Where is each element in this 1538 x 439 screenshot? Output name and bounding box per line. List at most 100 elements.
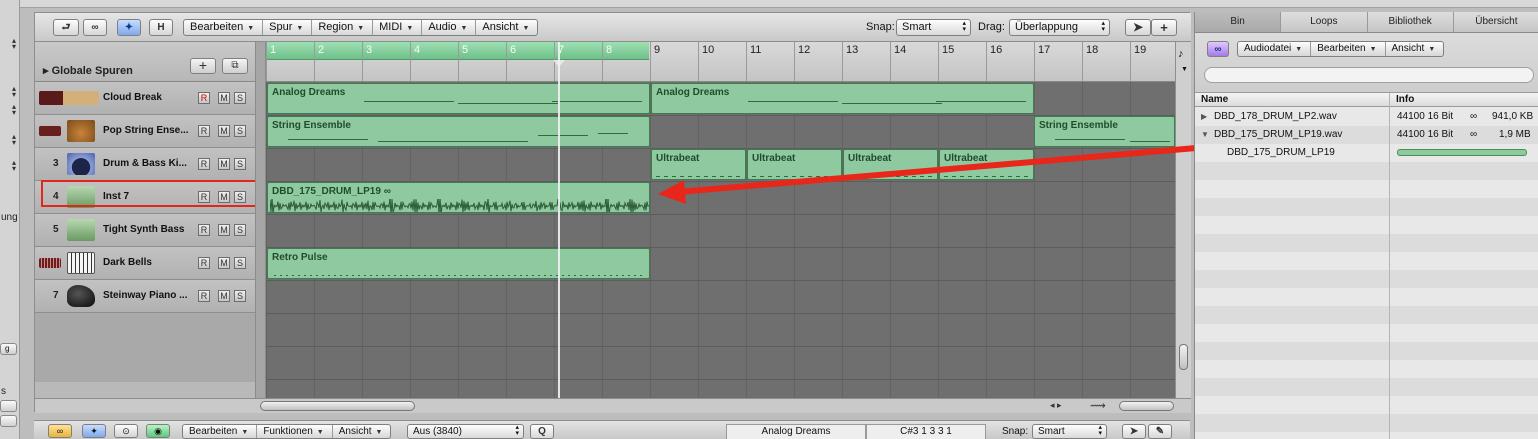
vertical-zoom-scrollbar[interactable]: ♪ ▼ — [1175, 42, 1191, 400]
menu-ansicht[interactable]: Ansicht ▼ — [333, 425, 391, 438]
file-row[interactable]: ▼ DBD_175_DRUM_LP19.wav 44100 16 Bit ∞ 1… — [1195, 126, 1538, 144]
record-enable-button[interactable]: R — [198, 92, 210, 104]
column-name[interactable]: Name — [1201, 94, 1228, 105]
midi-region[interactable]: String Ensemble — [1034, 116, 1175, 147]
tab-bibliothek[interactable]: Bibliothek — [1368, 12, 1454, 32]
solo-button[interactable]: S — [234, 290, 246, 302]
bin-search-field[interactable] — [1204, 67, 1534, 83]
scroll-arrows-icon[interactable]: ◂ ▸ — [1050, 400, 1062, 411]
updown-arrows-icon[interactable]: ▴ ▾ — [12, 133, 16, 147]
link-button[interactable]: ∞ — [48, 424, 72, 438]
pencil-tool-button[interactable]: ✎ — [1148, 424, 1172, 439]
horizontal-scrollbar[interactable]: ◂ ▸ ⟿ — [35, 398, 1191, 413]
bar-number: 13 — [846, 44, 859, 56]
file-row[interactable]: ▶ DBD_178_DRUM_LP2.wav 44100 16 Bit ∞ 94… — [1195, 108, 1538, 126]
left-strip-button[interactable]: g — [0, 343, 17, 355]
duplicate-track-button[interactable]: ⧉ — [222, 58, 248, 74]
record-enable-button[interactable]: R — [198, 257, 210, 269]
drum-region[interactable]: Ultrabeat — [939, 149, 1034, 180]
menu-audio[interactable]: Audio ▼ — [422, 20, 477, 35]
track-row[interactable]: 7 Steinway Piano ... R M S — [35, 280, 255, 313]
zoom-waveform-icon[interactable]: ⟿ — [1090, 399, 1106, 412]
midi-out-button[interactable]: ◉ — [146, 424, 170, 438]
link-button[interactable]: ∞ — [83, 19, 107, 36]
disclosure-triangle-icon[interactable]: ▶ — [1201, 108, 1207, 126]
menu-bearbeiten[interactable]: Bearbeiten ▼ — [183, 425, 258, 438]
menu-bearbeiten[interactable]: Bearbeiten ▼ — [1311, 42, 1386, 56]
mute-button[interactable]: M — [218, 92, 230, 104]
solo-button[interactable]: S — [234, 257, 246, 269]
menu-spur[interactable]: Spur ▼ — [263, 20, 313, 35]
solo-button[interactable]: S — [234, 158, 246, 170]
solo-button[interactable]: S — [234, 92, 246, 104]
snap-select[interactable]: Smart ▴ ▾ — [896, 19, 971, 36]
snap-select[interactable]: Smart ▴ ▾ — [1032, 424, 1107, 439]
midi-region[interactable]: Retro Pulse — [267, 248, 650, 279]
link-button[interactable]: ∞ — [1207, 41, 1229, 57]
record-enable-button[interactable]: R — [198, 290, 210, 302]
zoom-slider-thumb[interactable] — [1179, 344, 1188, 370]
quantize-button[interactable]: Q — [530, 424, 554, 439]
record-enable-button[interactable]: R — [198, 224, 210, 236]
pointer-tool-button[interactable]: ➤ — [1125, 19, 1151, 36]
solo-button[interactable]: S — [234, 224, 246, 236]
pencil-tool-button[interactable]: + — [1151, 19, 1177, 36]
left-strip-button[interactable] — [0, 415, 17, 427]
midi-region[interactable]: Analog Dreams — [651, 83, 1034, 114]
menu-ansicht[interactable]: Ansicht ▼ — [1386, 42, 1444, 56]
hide-button[interactable]: H — [149, 19, 173, 36]
midi-region[interactable]: String Ensemble — [267, 116, 650, 147]
audio-region[interactable]: DBD_175_DRUM_LP19 ∞ — [267, 182, 650, 213]
drum-region[interactable]: Ultrabeat — [651, 149, 746, 180]
midi-in-button[interactable]: ⊙ — [114, 424, 138, 438]
updown-arrows-icon[interactable]: ▴ ▾ — [12, 37, 16, 51]
mute-button[interactable]: M — [218, 290, 230, 302]
pointer-tool-button[interactable]: ➤ — [1122, 424, 1146, 439]
menu-ansicht[interactable]: Ansicht ▼ — [476, 20, 537, 35]
catch-button[interactable]: ✦ — [117, 19, 141, 36]
column-info[interactable]: Info — [1396, 94, 1414, 105]
track-row[interactable]: Cloud Break R M S — [35, 82, 255, 115]
add-track-button[interactable]: + — [190, 58, 216, 74]
menu-region[interactable]: Region ▼ — [312, 20, 374, 35]
tab-bin[interactable]: Bin — [1195, 12, 1282, 32]
column-divider[interactable] — [1389, 93, 1390, 439]
updown-arrows-icon[interactable]: ▴ ▾ — [12, 103, 16, 117]
tab-loops[interactable]: Loops — [1281, 12, 1368, 32]
global-tracks-toggle[interactable]: ▸ Globale Spuren — [43, 64, 133, 77]
arrange-area[interactable]: Analog Dreams Analog Dreams String Ensem… — [266, 82, 1175, 400]
drum-region[interactable]: Ultrabeat — [843, 149, 938, 180]
quantize-select[interactable]: Aus (3840) ▴ ▾ — [407, 424, 524, 439]
menu-funktionen[interactable]: Funktionen ▼ — [257, 425, 333, 438]
menu-midi[interactable]: MIDI ▼ — [373, 20, 423, 35]
catch-button[interactable]: ✦ — [82, 424, 106, 438]
midi-region[interactable]: Analog Dreams — [267, 83, 650, 114]
scroll-thumb[interactable] — [260, 401, 415, 411]
playhead[interactable] — [558, 42, 560, 400]
mute-button[interactable]: M — [218, 224, 230, 236]
horizontal-zoom-slider[interactable] — [1119, 401, 1174, 411]
bar-ruler[interactable]: 1 2 3 4 5 6 7 8 9 10 11 12 13 14 15 16 17 18 19 — [266, 42, 1175, 82]
drag-select[interactable]: Überlappung ▴ ▾ — [1009, 19, 1110, 36]
mute-button[interactable]: M — [218, 125, 230, 137]
drum-region[interactable]: Ultrabeat — [747, 149, 842, 180]
updown-arrows-icon[interactable]: ▴ ▾ — [12, 159, 16, 173]
record-enable-button[interactable]: R — [198, 125, 210, 137]
track-row[interactable]: Dark Bells R M S — [35, 247, 255, 280]
mute-button[interactable]: M — [218, 257, 230, 269]
mute-button[interactable]: M — [218, 158, 230, 170]
menu-bearbeiten[interactable]: Bearbeiten ▼ — [184, 20, 264, 35]
region-row[interactable]: DBD_175_DRUM_LP19 — [1195, 144, 1538, 162]
track-row[interactable]: 5 Tight Synth Bass R M S — [35, 214, 255, 247]
updown-arrows-icon[interactable]: ▴ ▾ — [12, 85, 16, 99]
track-header-divider[interactable] — [255, 42, 266, 400]
disclosure-triangle-open-icon[interactable]: ▼ — [1201, 126, 1209, 144]
tab-uebersicht[interactable]: Übersicht — [1454, 12, 1538, 32]
solo-button[interactable]: S — [234, 125, 246, 137]
back-button[interactable]: ⮐ — [53, 19, 79, 36]
record-enable-button[interactable]: R — [198, 158, 210, 170]
left-strip-button[interactable] — [0, 400, 17, 412]
menu-audiodatei[interactable]: Audiodatei ▼ — [1238, 42, 1312, 56]
track-row[interactable]: 3 Drum & Bass Ki... R M S — [35, 148, 255, 181]
track-row[interactable]: Pop String Ense... R M S — [35, 115, 255, 148]
